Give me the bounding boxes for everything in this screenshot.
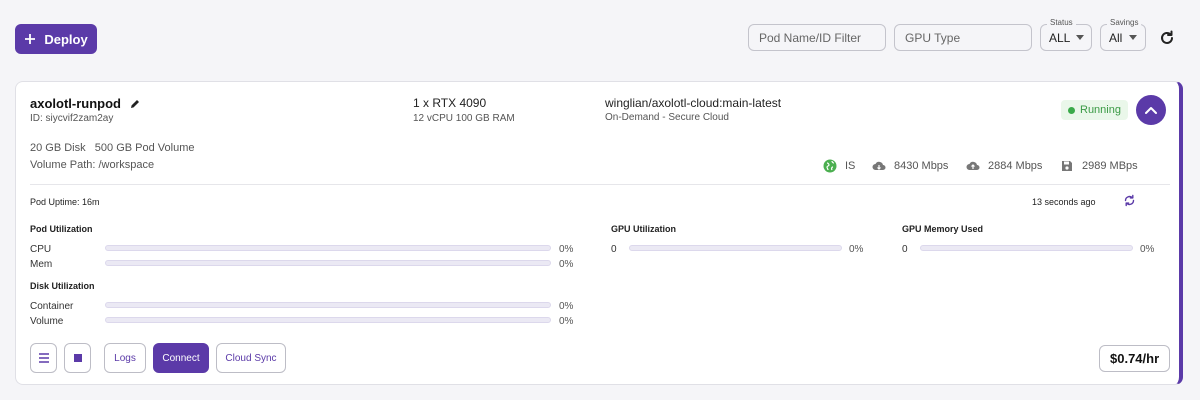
- menu-button[interactable]: [30, 343, 57, 373]
- connect-button[interactable]: Connect: [153, 343, 209, 373]
- status-text: Running: [1080, 104, 1121, 116]
- download-stat: 8430 Mbps: [872, 159, 948, 173]
- collapse-button[interactable]: [1136, 95, 1166, 125]
- volume-label: Volume: [30, 316, 64, 327]
- status-badge: Running: [1061, 100, 1128, 120]
- mem-usage-bar: [105, 260, 551, 266]
- cpu-label: CPU: [30, 244, 52, 255]
- disk-info: 20 GB Disk 500 GB Pod Volume: [30, 142, 195, 154]
- savings-select[interactable]: Savings All: [1100, 18, 1146, 51]
- gpu-usage-bar: [629, 245, 842, 251]
- logs-button[interactable]: Logs: [104, 343, 146, 373]
- gpu-usage-value: 0%: [849, 244, 864, 255]
- pod-filter-input[interactable]: [748, 24, 886, 51]
- gpu-index: 0: [611, 244, 617, 255]
- container-usage-bar: [105, 302, 551, 308]
- cpu-ram-spec: 12 vCPU 100 GB RAM: [413, 113, 515, 124]
- gpu-memory-value: 0%: [1140, 244, 1155, 255]
- status-select-value: ALL: [1049, 30, 1071, 45]
- stop-icon: [73, 354, 82, 362]
- region-stat: IS: [823, 159, 855, 173]
- disk-utilization-title: Disk Utilization: [30, 281, 95, 291]
- deploy-label: Deploy: [44, 31, 88, 47]
- upload-stat: 2884 Mbps: [966, 159, 1042, 173]
- stop-button[interactable]: [64, 343, 91, 373]
- savings-select-legend: Savings: [1107, 18, 1142, 27]
- cloud-download-icon: [872, 161, 886, 170]
- last-updated: 13 seconds ago: [1032, 197, 1096, 207]
- deploy-button[interactable]: Deploy: [15, 24, 97, 54]
- region-code: IS: [845, 160, 856, 172]
- status-dot-icon: [1068, 106, 1075, 114]
- gpu-spec: 1 x RTX 4090: [413, 96, 487, 110]
- cpu-usage-bar: [105, 245, 551, 251]
- refresh-icon[interactable]: [1158, 29, 1176, 47]
- container-image: winglian/axolotl-cloud:main-latest: [605, 96, 782, 110]
- sync-icon[interactable]: [1123, 194, 1136, 207]
- hamburger-icon: [38, 353, 49, 363]
- download-speed: 8430 Mbps: [894, 160, 949, 172]
- hourly-price: $0.74/hr: [1099, 345, 1171, 372]
- globe-icon: [823, 159, 837, 173]
- disk-speed: 2989 MBps: [1082, 160, 1138, 172]
- cloud-type: On-Demand - Secure Cloud: [605, 112, 729, 123]
- cpu-usage-value: 0%: [559, 244, 574, 255]
- pod-utilization-title: Pod Utilization: [30, 224, 93, 234]
- divider: [30, 184, 1170, 185]
- gpu-utilization-title: GPU Utilization: [611, 224, 676, 234]
- volume-usage-value: 0%: [559, 316, 574, 327]
- pod-name: axolotl-runpod: [30, 96, 121, 111]
- savings-select-value: All: [1109, 30, 1123, 45]
- floppy-disk-icon: [1062, 161, 1072, 171]
- pencil-icon[interactable]: [129, 98, 141, 110]
- chevron-down-icon: [1129, 35, 1137, 40]
- container-label: Container: [30, 301, 74, 312]
- status-select-legend: Status: [1047, 18, 1076, 27]
- pod-name-row: axolotl-runpod: [30, 96, 141, 111]
- pod-id: ID: siycvif2zam2ay: [30, 113, 114, 124]
- mem-label: Mem: [30, 259, 53, 270]
- chevron-down-icon: [1076, 35, 1085, 40]
- gpu-memory-bar: [920, 245, 1133, 251]
- disk-speed-stat: 2989 MBps: [1060, 159, 1138, 173]
- gpu-type-input[interactable]: [894, 24, 1032, 51]
- gpu-memory-index: 0: [902, 244, 908, 255]
- status-select[interactable]: Status ALL: [1040, 18, 1092, 51]
- upload-speed: 2884 Mbps: [988, 160, 1043, 172]
- gpu-memory-title: GPU Memory Used: [902, 224, 984, 234]
- cloud-upload-icon: [966, 161, 980, 170]
- volume-path: Volume Path: /workspace: [30, 159, 155, 171]
- plus-icon: [25, 34, 36, 44]
- mem-usage-value: 0%: [559, 259, 574, 270]
- container-usage-value: 0%: [559, 301, 574, 312]
- pod-uptime: Pod Uptime: 16m: [30, 197, 100, 207]
- chevron-up-icon: [1145, 107, 1157, 114]
- volume-usage-bar: [105, 317, 551, 323]
- pod-card: axolotl-runpod ID: siycvif2zam2ay 1 x RT…: [15, 81, 1183, 385]
- cloud-sync-button[interactable]: Cloud Sync: [216, 343, 286, 373]
